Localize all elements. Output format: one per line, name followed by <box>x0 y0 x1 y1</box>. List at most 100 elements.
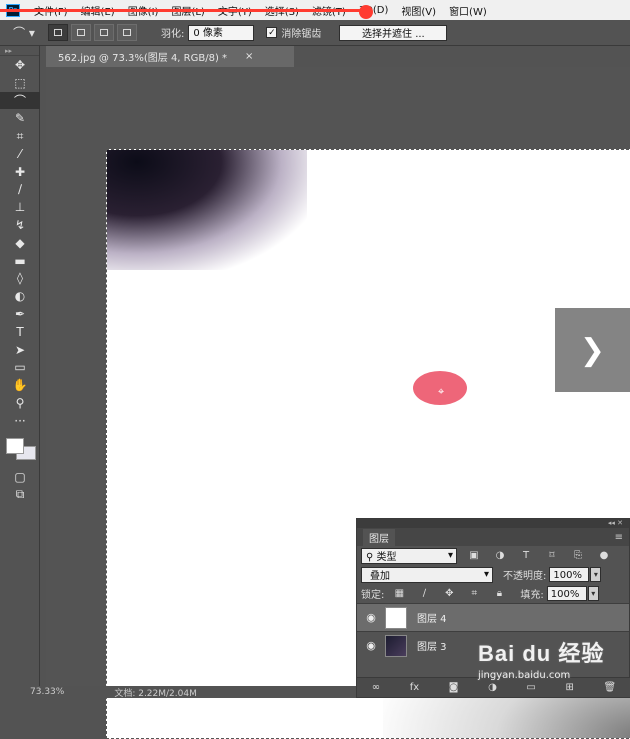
blur-tool-icon[interactable]: ◊ <box>0 270 40 288</box>
panel-menu-icon[interactable]: ≡ <box>615 532 623 543</box>
options-bar: ⌒ ▾ 羽化: 0 像素 ✓ 消除锯齿 选择并遮住 ... <box>0 20 630 46</box>
new-selection-button[interactable] <box>48 24 68 41</box>
type-filter-icon[interactable]: T <box>519 550 533 561</box>
quick-select-tool-icon[interactable]: ✎ <box>0 109 40 127</box>
hand-tool-icon[interactable]: ✋ <box>0 376 40 394</box>
search-icon: ⚲ <box>366 552 377 563</box>
visibility-eye-icon[interactable]: ◉ <box>357 639 385 652</box>
path-select-tool-icon[interactable]: ➤ <box>0 341 40 359</box>
blend-mode-select[interactable]: 叠加 ▾ <box>361 566 493 583</box>
panel-collapse-bar[interactable]: ◂◂ ✕ <box>357 519 629 528</box>
zoom-level[interactable]: 73.33% <box>30 687 64 697</box>
lock-pixels-icon[interactable]: ∕ <box>417 588 431 599</box>
eyedropper-tool-icon[interactable]: ⁄ <box>0 145 40 163</box>
type-tool-icon[interactable]: T <box>0 323 40 341</box>
next-slide-button[interactable]: ❯ <box>555 308 630 392</box>
lock-all-icon[interactable]: 🔒︎ <box>492 588 506 599</box>
history-brush-tool-icon[interactable]: ↯ <box>0 216 40 234</box>
lock-row: 锁定: ▦ ∕ ✥ ⌗ 🔒︎ 填充: 100% ▾ <box>357 584 629 603</box>
antialias-label: 消除锯齿 <box>281 29 322 40</box>
eraser-tool-icon[interactable]: ◆ <box>0 234 40 252</box>
watermark-site: jingyan.baidu.com <box>478 670 571 681</box>
foreground-color-swatch[interactable] <box>6 437 24 454</box>
new-selection-icon <box>54 29 62 36</box>
zoom-tool-icon[interactable]: ⚲ <box>0 394 40 412</box>
opacity-dropdown-icon[interactable]: ▾ <box>590 567 602 582</box>
link-layers-icon[interactable]: ∞ <box>372 682 380 693</box>
blend-mode-value: 叠加 <box>370 571 390 582</box>
menu-window[interactable]: 窗口(W) <box>449 3 487 18</box>
layer-name: 图层 3 <box>417 642 447 653</box>
lasso-preset-icon[interactable]: ⌒ ▾ <box>0 24 48 41</box>
move-tool-icon[interactable]: ✥ <box>0 56 40 74</box>
subtract-selection-icon <box>100 29 108 36</box>
close-icon[interactable]: × <box>245 51 253 62</box>
opacity-input[interactable]: 100% <box>549 567 590 582</box>
chevron-right-icon: ❯ <box>579 332 606 368</box>
filter-row: ⚲ 类型 ▾ ▣ ◑ T ⌑ ⎘ ● <box>357 546 629 565</box>
blend-row: 叠加 ▾ 不透明度: 100% ▾ <box>357 565 629 584</box>
add-selection-icon <box>77 29 85 36</box>
visibility-eye-icon[interactable]: ◉ <box>357 611 385 624</box>
layer-name: 图层 4 <box>417 614 447 625</box>
lock-artboard-icon[interactable]: ⌗ <box>467 588 481 599</box>
lasso-cursor-icon: ⌖ <box>438 385 445 398</box>
tab-layers[interactable]: 图层 <box>363 528 395 546</box>
status-bar: 73.33% 文档: 2.22M/2.04M <box>0 686 356 699</box>
image-dark-region <box>107 150 307 270</box>
pen-tool-icon[interactable]: ✒ <box>0 305 40 323</box>
intersect-selection-button[interactable] <box>117 24 137 41</box>
feather-label: 羽化: <box>161 29 185 40</box>
more-tools-icon[interactable]: ··· <box>0 412 40 430</box>
select-and-mask-button[interactable]: 选择并遮住 ... <box>339 24 448 41</box>
baidu-logo: Bai du 经验 <box>478 641 605 666</box>
lock-label: 锁定: <box>361 590 385 601</box>
dodge-tool-icon[interactable]: ◐ <box>0 287 40 305</box>
gradient-tool-icon[interactable]: ▬ <box>0 252 40 270</box>
color-swatches <box>0 430 39 468</box>
lasso-tool-icon[interactable]: ⌒ <box>0 91 40 110</box>
layer-thumbnail <box>385 634 407 657</box>
shape-filter-icon[interactable]: ⌑ <box>545 550 559 561</box>
adjustment-filter-icon[interactable]: ◑ <box>493 550 507 561</box>
toolbar-grip[interactable]: ▸▸ <box>0 46 39 56</box>
quick-mask-icon[interactable]: ▢ <box>0 468 40 486</box>
layer-style-button[interactable]: fx <box>410 682 419 693</box>
video-progress-bar[interactable] <box>0 9 370 12</box>
menu-view[interactable]: 视图(V) <box>401 3 436 18</box>
filter-toggle-icon[interactable]: ● <box>597 550 611 561</box>
add-to-selection-button[interactable] <box>71 24 91 41</box>
smart-object-filter-icon[interactable]: ⎘ <box>571 550 585 561</box>
fill-label: 填充: <box>520 590 544 601</box>
brush-tool-icon[interactable]: ∕ <box>0 181 40 199</box>
chevron-down-icon: ▾ <box>447 550 453 561</box>
shape-tool-icon[interactable]: ▭ <box>0 359 40 377</box>
intersect-selection-icon <box>123 29 131 36</box>
subtract-selection-button[interactable] <box>94 24 114 41</box>
kind-filter-value: 类型 <box>376 552 397 563</box>
document-title: 562.jpg @ 73.3%(图层 4, RGB/8) * <box>58 53 228 64</box>
stamp-tool-icon[interactable]: ⊥ <box>0 198 40 216</box>
baidu-jingyan-watermark: Bai du 经验 jingyan.baidu.com <box>478 636 628 694</box>
crop-tool-icon[interactable]: ⌗ <box>0 127 40 145</box>
document-size: 文档: 2.22M/2.04M <box>114 688 197 699</box>
fill-input[interactable]: 100% <box>546 586 587 601</box>
layers-tab-bar: 图层 ≡ <box>357 528 629 546</box>
progress-handle[interactable] <box>359 5 373 19</box>
layer-row[interactable]: ◉ 图层 4 <box>357 603 629 631</box>
feather-input[interactable]: 0 像素 <box>188 24 255 41</box>
chevron-down-icon: ▾ <box>483 569 489 580</box>
screen-mode-icon[interactable]: ⧉ <box>0 486 40 504</box>
document-tab[interactable]: 562.jpg @ 73.3%(图层 4, RGB/8) * × <box>46 46 294 67</box>
kind-filter-select[interactable]: ⚲ 类型 ▾ <box>361 547 457 564</box>
lock-transparent-icon[interactable]: ▦ <box>392 588 406 599</box>
marquee-tool-icon[interactable]: ⬚ <box>0 74 40 92</box>
add-mask-icon[interactable]: ◙ <box>449 682 459 693</box>
lock-position-icon[interactable]: ✥ <box>442 588 456 599</box>
opacity-label: 不透明度: <box>503 571 547 582</box>
pixel-filter-icon[interactable]: ▣ <box>467 550 481 561</box>
healing-tool-icon[interactable]: ✚ <box>0 163 40 181</box>
fill-dropdown-icon[interactable]: ▾ <box>587 586 599 601</box>
tools-panel: ▸▸ ✥ ⬚ ⌒ ✎ ⌗ ⁄ ✚ ∕ ⊥ ↯ ◆ ▬ ◊ ◐ ✒ T ➤ ▭ ✋… <box>0 46 40 698</box>
antialias-checkbox[interactable]: ✓ <box>266 27 278 38</box>
